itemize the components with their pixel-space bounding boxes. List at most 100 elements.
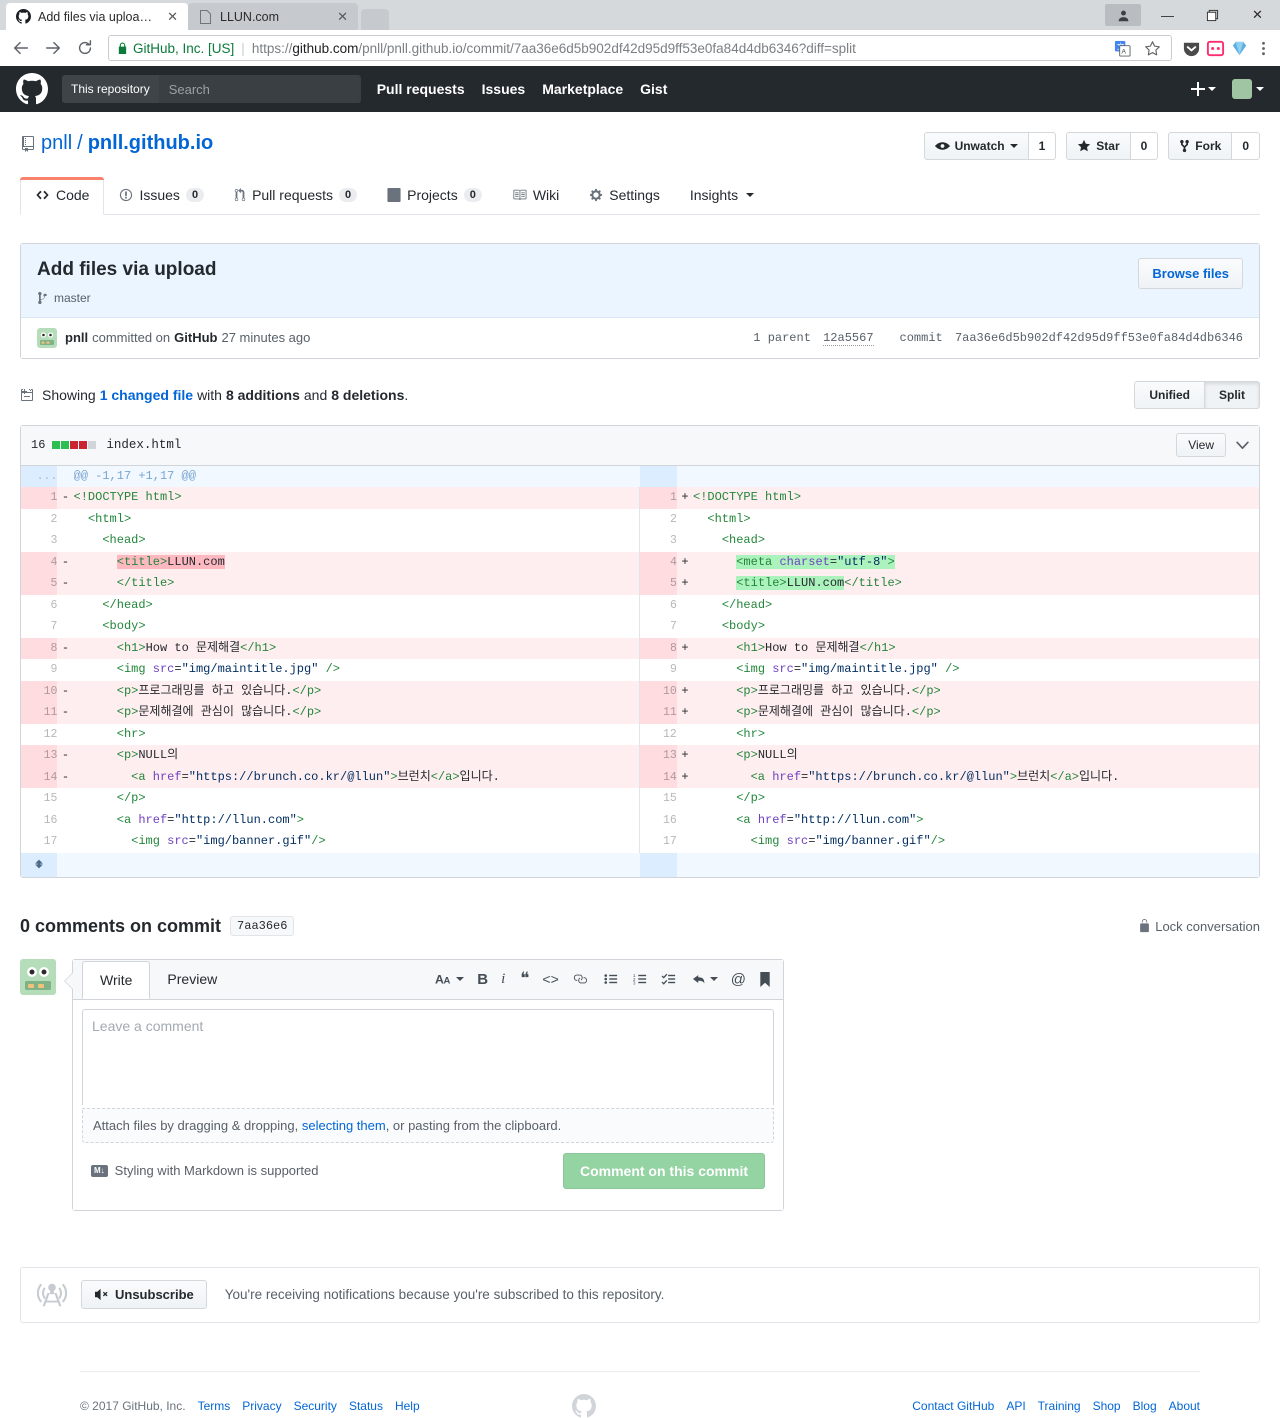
close-icon[interactable]: ✕: [165, 9, 180, 25]
tab-write[interactable]: Write: [82, 960, 151, 999]
pocket-extension-icon[interactable]: [1180, 37, 1202, 59]
diff-row[interactable]: 7 <body> 7 <body>: [21, 616, 1259, 638]
quote-icon[interactable]: ❝: [520, 970, 529, 987]
lock-conversation-button[interactable]: Lock conversation: [1139, 919, 1260, 934]
diff-row[interactable]: 12 <hr> 12 <hr>: [21, 723, 1259, 746]
star-count[interactable]: 0: [1130, 132, 1159, 160]
diff-row[interactable]: 9 <img src="img/maintitle.jpg" /> 9 <img…: [21, 659, 1259, 681]
close-icon[interactable]: ✕: [335, 9, 350, 25]
ordered-list-icon[interactable]: 123: [632, 972, 648, 986]
diff-row[interactable]: 3 <head> 3 <head>: [21, 530, 1259, 552]
bookmark-star-icon[interactable]: [1141, 37, 1163, 59]
mention-icon[interactable]: @: [731, 971, 746, 988]
code-icon[interactable]: <>: [542, 971, 558, 987]
saved-replies-icon[interactable]: [759, 971, 771, 987]
comments-sha-chip[interactable]: 7aa36e6: [230, 916, 295, 937]
text-size-icon[interactable]: AA: [435, 972, 465, 986]
watch-count[interactable]: 1: [1028, 132, 1057, 160]
reload-icon[interactable]: [70, 33, 100, 63]
tab-issues[interactable]: Issues 0: [104, 177, 219, 215]
split-view-button[interactable]: Split: [1205, 380, 1260, 409]
tab-code[interactable]: Code: [20, 177, 105, 215]
maximize-button[interactable]: [1190, 0, 1235, 30]
footer-link-help[interactable]: Help: [395, 1399, 420, 1413]
unwatch-button[interactable]: Unwatch: [923, 132, 1029, 160]
diff-row[interactable]: 16 <a href="http://llun.com"> 16 <a href…: [21, 809, 1259, 832]
diff-expand-row[interactable]: [21, 852, 1259, 877]
nav-pull-requests[interactable]: Pull requests: [377, 81, 465, 97]
repo-owner-link[interactable]: pnll: [41, 132, 72, 155]
commit-author[interactable]: pnll: [65, 330, 88, 345]
nav-marketplace[interactable]: Marketplace: [542, 81, 623, 97]
star-button[interactable]: Star: [1066, 132, 1131, 160]
footer-link-blog[interactable]: Blog: [1133, 1399, 1157, 1413]
tab-wiki[interactable]: Wiki: [497, 177, 574, 215]
search-input[interactable]: [158, 75, 361, 103]
footer-link-shop[interactable]: Shop: [1093, 1399, 1121, 1413]
footer-link-contact-github[interactable]: Contact GitHub: [912, 1399, 994, 1413]
comment-textarea[interactable]: [82, 1008, 774, 1105]
tab-insights[interactable]: Insights: [675, 177, 769, 215]
user-menu[interactable]: [1232, 79, 1264, 99]
repo-name-link[interactable]: pnll.github.io: [88, 132, 214, 155]
footer-link-terms[interactable]: Terms: [198, 1399, 231, 1413]
minimize-button[interactable]: —: [1145, 0, 1190, 30]
diff-row[interactable]: 13 - <p>NULL의 13 + <p>NULL의: [21, 745, 1259, 767]
browser-tab-active[interactable]: Add files via upload · pr ✕: [6, 3, 188, 30]
footer-link-api[interactable]: API: [1006, 1399, 1025, 1413]
commit-sha[interactable]: 7aa36e6d5b902df42d95d9ff53e0fa84d4db6346: [955, 331, 1243, 345]
diff-row[interactable]: 4 - <title>LLUN.com 4 + <meta charset="u…: [21, 551, 1259, 574]
diff-row[interactable]: 11 - <p>문제해결에 관심이 많습니다.</p> 11 + <p>문제해결…: [21, 702, 1259, 724]
diff-row[interactable]: 14 - <a href="https://brunch.co.kr/@llun…: [21, 766, 1259, 789]
nav-issues[interactable]: Issues: [482, 81, 526, 97]
diff-row[interactable]: 5 - </title> 5 + <title>LLUN.com</title>: [21, 573, 1259, 595]
diff-row[interactable]: 2 <html> 2 <html>: [21, 508, 1259, 531]
back-icon[interactable]: [6, 33, 36, 63]
extension-diamond-icon[interactable]: [1228, 37, 1250, 59]
tab-projects[interactable]: Projects 0: [372, 177, 497, 215]
close-button[interactable]: ✕: [1235, 0, 1280, 30]
unsubscribe-button[interactable]: Unsubscribe: [81, 1280, 207, 1310]
unordered-list-icon[interactable]: [603, 972, 619, 986]
address-bar[interactable]: GitHub, Inc. [US] | https://github.com/p…: [108, 35, 1172, 61]
link-icon[interactable]: [572, 972, 588, 986]
fork-count[interactable]: 0: [1232, 132, 1260, 160]
fork-button[interactable]: Fork: [1168, 132, 1233, 160]
selecting-them-link[interactable]: selecting them: [302, 1118, 386, 1133]
unfold-icon[interactable]: [21, 852, 58, 877]
profile-chip-icon[interactable]: [1105, 4, 1141, 26]
diff-row[interactable]: 10 - <p>프로그래밍를 하고 있습니다.</p> 10 + <p>프로그래…: [21, 680, 1259, 703]
view-file-button[interactable]: View: [1176, 433, 1226, 458]
diff-row[interactable]: 6 </head> 6 </head>: [21, 594, 1259, 617]
search-scope-label[interactable]: This repository: [62, 75, 159, 103]
translate-icon[interactable]: 文A: [1111, 37, 1133, 59]
bold-icon[interactable]: B: [477, 971, 488, 988]
tab-pull-requests[interactable]: Pull requests 0: [219, 177, 372, 215]
diff-file-name[interactable]: index.html: [106, 438, 181, 452]
footer-link-status[interactable]: Status: [349, 1399, 383, 1413]
browser-menu-icon[interactable]: [1252, 37, 1274, 59]
markdown-supported-note[interactable]: M↓ Styling with Markdown is supported: [91, 1163, 318, 1178]
unified-view-button[interactable]: Unified: [1134, 380, 1205, 409]
diff-row[interactable]: 1 - <!DOCTYPE html> 1 + <!DOCTYPE html>: [21, 487, 1259, 509]
extension-pink-icon[interactable]: [1204, 37, 1226, 59]
comment-on-commit-button[interactable]: Comment on this commit: [562, 1152, 765, 1189]
nav-gist[interactable]: Gist: [640, 81, 667, 97]
footer-link-training[interactable]: Training: [1038, 1399, 1081, 1413]
browse-files-button[interactable]: Browse files: [1138, 258, 1243, 289]
task-list-icon[interactable]: [661, 972, 677, 986]
create-new-button[interactable]: [1191, 82, 1216, 96]
parent-sha[interactable]: 12a5567: [823, 330, 874, 346]
footer-link-privacy[interactable]: Privacy: [242, 1399, 281, 1413]
diff-row[interactable]: 17 <img src="img/banner.gif"/> 17 <img s…: [21, 831, 1259, 853]
diff-row[interactable]: 8 - <h1>How to 문제해결</h1> 8 + <h1>How to …: [21, 637, 1259, 660]
diff-row[interactable]: 15 </p> 15 </p>: [21, 788, 1259, 810]
branch-name[interactable]: master: [54, 291, 91, 305]
footer-link-about[interactable]: About: [1169, 1399, 1200, 1413]
chevron-down-icon[interactable]: [1236, 441, 1249, 450]
tab-preview[interactable]: Preview: [150, 961, 234, 997]
forward-icon[interactable]: [38, 33, 68, 63]
italic-icon[interactable]: i: [501, 971, 505, 988]
browser-tab-inactive[interactable]: LLUN.com ✕: [188, 3, 358, 30]
new-tab-button[interactable]: [361, 9, 389, 30]
